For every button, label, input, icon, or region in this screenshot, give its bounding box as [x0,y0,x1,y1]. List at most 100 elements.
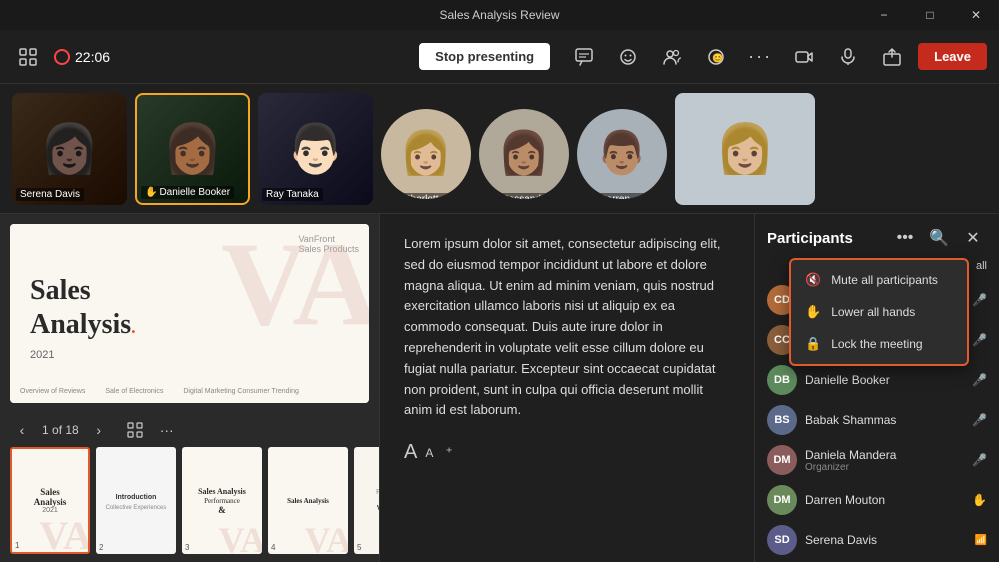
more-options-icon[interactable]: ··· [742,39,778,75]
thumb-num-2: 2 [99,543,103,552]
mute-all-menu-item[interactable]: 🔇 Mute all participants [791,264,967,296]
info-babak: Babak Shammas [805,413,964,427]
participant-row-babak[interactable]: BS Babak Shammas 🎤 [755,400,999,440]
thumb-num-3: 3 [185,543,189,552]
lock-meeting-menu-item[interactable]: 🔒 Lock the meeting [791,328,967,360]
increase-font-button[interactable]: A [404,441,417,464]
close-button[interactable]: ✕ [953,0,999,30]
hand-down-icon: ✋ [805,304,821,320]
meeting-timer: 22:06 [54,49,110,65]
thumbnail-1[interactable]: VA SalesAnalysis 2021 1 [10,447,90,554]
participant-name-serena: Serena Davis [16,188,84,201]
svg-text:😊: 😊 [712,53,723,63]
next-slide-button[interactable]: › [87,418,111,442]
participant-tile-ray[interactable]: 👨🏻 Ray Tanaka [258,93,373,205]
search-participants-button[interactable]: 🔍 [925,224,953,252]
mic-icon-charlotte: 🎤 [972,333,987,347]
recording-indicator [54,49,70,65]
participant-name-danielle: ✋Danielle Booker [141,186,234,199]
info-danielle: Danielle Booker [805,373,964,387]
grid-icon[interactable] [12,41,44,73]
thumb-num-4: 4 [271,543,275,552]
title-bar: Sales Analysis Review − □ ✕ [0,0,999,30]
window-controls: − □ ✕ [861,0,999,30]
participants-strip: 👩🏿 Serena Davis 👩🏾 ✋Danielle Booker 👨🏻 R… [0,84,999,214]
icons-danielle: 🎤 [972,373,987,387]
thumbnail-3[interactable]: VA Sales AnalysisPerformance& 3 [182,447,262,554]
thumbnail-grid-button[interactable] [123,418,147,442]
mic-icon[interactable] [830,39,866,75]
info-darren: Darren Mouton [805,493,964,507]
avatar-daniela: DM [767,445,797,475]
avatar-darren: DM [767,485,797,515]
slide-body-text: Lorem ipsum dolor sit amet, consectetur … [404,234,730,421]
thumbnail-2[interactable]: Introduction Collective Experiences 2 [96,447,176,554]
avatar-babak: BS [767,405,797,435]
lock-icon: 🔒 [805,336,821,352]
participant-name-charlotte: ✋Charlotte de Crum [385,193,471,199]
slide-watermark: VA [221,224,369,344]
participant-row-darren[interactable]: DM Darren Mouton ✋ [755,480,999,520]
stop-presenting-button[interactable]: Stop presenting [419,43,550,70]
font-size-indicator: A [425,446,433,460]
mic-icon-cassandra: 🎤 [972,293,987,307]
font-options-button[interactable]: ⁺ [445,444,452,461]
close-participants-button[interactable]: ✕ [959,224,987,252]
participants-more-button[interactable]: ••• [891,224,919,252]
maximize-button[interactable]: □ [907,0,953,30]
slide-year: 2021 [30,349,349,361]
participant-tile-danielle[interactable]: 👩🏾 ✋Danielle Booker [135,93,250,205]
icons-charlotte: 🎤 [972,333,987,347]
info-serena: Serena Davis [805,533,967,547]
thumbnail-5[interactable]: Partnership FabrikamVanArsdel 5 [354,447,379,554]
add-all-button[interactable]: all [976,260,987,272]
lower-hands-menu-item[interactable]: ✋ Lower all hands [791,296,967,328]
prev-slide-button[interactable]: ‹ [10,418,34,442]
more-slide-options-button[interactable]: ··· [155,418,179,442]
avatar-danielle: DB [767,365,797,395]
participant-row-daniela[interactable]: DM Daniela Mandera Organizer 🎤 [755,440,999,480]
main-area: 👩🏿 Serena Davis 👩🏾 ✋Danielle Booker 👨🏻 R… [0,84,999,562]
thumbnail-4[interactable]: VA Sales Analysis 4 [268,447,348,554]
window-title: Sales Analysis Review [439,8,559,22]
mic-off-icon: 🔇 [805,272,821,288]
share-icon[interactable] [874,39,910,75]
icons-darren: ✋ [972,493,987,507]
header-actions: ••• 🔍 ✕ [891,224,987,252]
reactions-icon[interactable]: 😊 [698,39,734,75]
participant-name-ray: Ray Tanaka [262,188,323,201]
mic-icon-daniela: 🎤 [972,453,987,467]
camera-icon[interactable] [786,39,822,75]
participant-row-serena[interactable]: SD Serena Davis 📶 [755,520,999,560]
emoji-icon[interactable] [610,39,646,75]
participant-tile-cassandra[interactable]: 👩🏽 ✋Cassandra Dunn [479,109,569,199]
text-size-controls: A A ⁺ [404,441,730,464]
icons-daniela: 🎤 [972,453,987,467]
main-slide: VanFrontSales Products VA Sales Analysis… [10,224,369,403]
participant-row-danielle[interactable]: DB Danielle Booker 🎤 [755,360,999,400]
people-icon[interactable] [654,39,690,75]
chat-icon[interactable] [566,39,602,75]
participant-tile-darren[interactable]: 👨🏽 ✋Darren Mouton [577,109,667,199]
participant-tile-remote[interactable]: 👩🏼 [675,93,815,205]
slide-bottom-row: Overview of Reviews Sale of Electronics … [20,388,359,395]
info-daniela: Daniela Mandera Organizer [805,448,964,473]
icons-serena: 📶 [975,535,987,546]
mic-icon-babak: 🎤 [972,413,987,427]
slide-content: VanFrontSales Products VA Sales Analysis… [10,224,369,403]
thumb-num-1: 1 [15,541,19,550]
participant-tile-charlotte[interactable]: 👩🏼 ✋Charlotte de Crum [381,109,471,199]
participant-tile-serena[interactable]: 👩🏿 Serena Davis [12,93,127,205]
toolbar-icons: 😊 ··· [566,39,910,75]
mic-icon-danielle: 🎤 [972,373,987,387]
meeting-bar: 22:06 Stop presenting [0,30,999,84]
text-panel: Lorem ipsum dolor sit amet, consectetur … [380,214,754,562]
avatar-serena: SD [767,525,797,555]
participant-name-darren: ✋Darren Mouton [581,193,667,199]
icons-babak: 🎤 [972,413,987,427]
participants-panel: 🔇 Mute all participants ✋ Lower all hand… [754,214,999,562]
context-menu: 🔇 Mute all participants ✋ Lower all hand… [789,258,969,366]
minimize-button[interactable]: − [861,0,907,30]
slide-count: 1 of 18 [42,423,79,437]
leave-button[interactable]: Leave [918,43,987,70]
